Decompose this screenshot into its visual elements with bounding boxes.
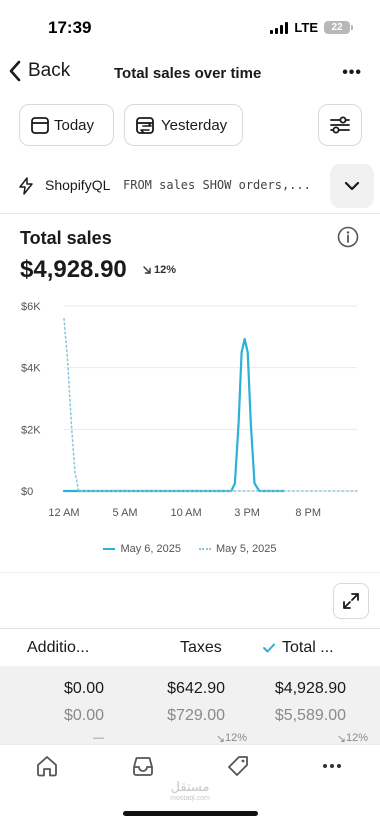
yesterday-label: Yesterday	[161, 116, 228, 134]
x-tick-label: 5 AM	[113, 507, 138, 519]
home-indicator[interactable]	[123, 811, 258, 816]
inbox-icon	[133, 757, 153, 776]
cell-taxes-change-value: 12%	[225, 732, 248, 744]
filter-row: Today Yesterday	[0, 104, 380, 146]
check-icon	[263, 643, 275, 653]
back-label: Back	[28, 60, 71, 81]
tab-more[interactable]	[319, 753, 345, 779]
today-label: Today	[54, 116, 95, 134]
legend-item-current: May 6, 2025	[103, 543, 181, 555]
yesterday-filter-button[interactable]: Yesterday	[124, 104, 243, 146]
x-tick-label: 3 PM	[234, 507, 260, 519]
column-header-total[interactable]: Total ...	[262, 639, 334, 657]
expand-icon	[343, 593, 359, 609]
column-header-additional[interactable]: Additio...	[27, 639, 89, 657]
table-row: $0.00 $642.90 $4,928.90	[0, 680, 380, 706]
query-expand-button[interactable]	[330, 164, 374, 208]
cell-total-change-value: 12%	[346, 732, 369, 744]
series-line-current	[62, 337, 285, 493]
calendar-compare-icon	[136, 117, 154, 134]
x-tick-label: 12 AM	[48, 507, 79, 519]
table-row: $0.00 $729.00 $5,589.00	[0, 707, 380, 733]
arrow-down-right-icon	[143, 265, 151, 274]
table-header: Additio... Taxes Total ...	[0, 628, 380, 666]
card-title: Total sales	[20, 228, 112, 248]
status-bar: 17:39 LTE 22	[0, 0, 380, 54]
total-sales-value: $4,928.90	[20, 256, 127, 283]
tab-bar: مستقل mostaql.com	[0, 744, 380, 823]
legend-item-comparison: May 5, 2025	[199, 543, 277, 555]
tab-products[interactable]	[225, 753, 251, 779]
battery-icon: 22	[324, 21, 353, 34]
cell-additional: $0.00	[63, 680, 104, 697]
cell-total: $5,589.00	[274, 707, 346, 724]
home-icon	[37, 756, 57, 777]
change-value: 12%	[154, 264, 177, 276]
watermark-latin: mostaql.com	[170, 795, 210, 802]
more-icon	[323, 764, 341, 768]
column-header-taxes[interactable]: Taxes	[180, 639, 222, 657]
legend-swatch-dotted	[199, 548, 211, 550]
legend-label-comparison: May 5, 2025	[216, 543, 277, 555]
page-title: Total sales over time	[114, 65, 262, 82]
y-tick-label: $4K	[21, 363, 41, 375]
network-label: LTE	[294, 20, 318, 35]
today-filter-button[interactable]: Today	[19, 104, 114, 146]
cell-total: $4,928.90	[274, 680, 346, 697]
chevron-left-icon	[9, 60, 21, 82]
tab-home[interactable]	[34, 753, 60, 779]
tag-icon	[228, 756, 248, 776]
chevron-down-icon	[344, 181, 360, 191]
status-time: 17:39	[48, 18, 92, 37]
filter-settings-button[interactable]	[318, 104, 362, 146]
y-tick-label: $6K	[21, 301, 41, 313]
cell-additional: —	[93, 732, 104, 744]
more-options-button[interactable]: •••	[342, 64, 362, 82]
sliders-icon	[330, 116, 350, 134]
x-tick-label: 10 AM	[170, 507, 201, 519]
total-header-label: Total ...	[282, 639, 334, 656]
table-body: $0.00 $642.90 $4,928.90 $0.00 $729.00 $5…	[0, 666, 380, 744]
table-row: — ↘ 12% ↘ 12%	[0, 732, 380, 744]
watermark-arabic: مستقل	[170, 779, 210, 794]
tab-orders[interactable]	[130, 753, 156, 779]
cell-taxes-change: ↘ 12%	[215, 732, 248, 744]
nav-bar: Back Total sales over time •••	[0, 54, 380, 94]
legend-label-current: May 6, 2025	[120, 543, 181, 555]
cell-taxes: $642.90	[167, 680, 225, 697]
signal-icon	[270, 21, 289, 34]
cell-total-change: ↘ 12%	[336, 732, 369, 744]
fullscreen-button[interactable]	[333, 583, 369, 619]
y-tick-label: $2K	[21, 424, 41, 436]
query-bar[interactable]: ShopifyQL FROM sales SHOW orders,...	[0, 164, 380, 214]
series-line-comparison	[63, 317, 358, 492]
x-tick-label: 8 PM	[295, 507, 321, 519]
cell-additional: $0.00	[63, 707, 104, 724]
watermark: مستقل mostaql.com	[150, 779, 230, 805]
divider	[0, 572, 380, 573]
query-language-label: ShopifyQL	[45, 177, 111, 193]
calendar-icon	[31, 117, 49, 134]
query-code: FROM sales SHOW orders,...	[123, 178, 311, 192]
legend-swatch-solid	[103, 548, 116, 550]
status-indicators: LTE 22	[270, 20, 353, 35]
back-button[interactable]: Back	[8, 60, 70, 82]
info-icon[interactable]	[337, 226, 359, 248]
change-badge: 12%	[143, 264, 176, 276]
cell-taxes: $729.00	[167, 707, 225, 724]
lightning-icon	[19, 177, 33, 195]
y-tick-label: $0	[21, 486, 33, 498]
chart-legend: May 6, 2025 May 5, 2025	[0, 543, 380, 555]
sales-chart: $0 $2K $4K $6K 12 AM 5 AM 10 AM 3 PM 8 PM	[21, 301, 358, 519]
